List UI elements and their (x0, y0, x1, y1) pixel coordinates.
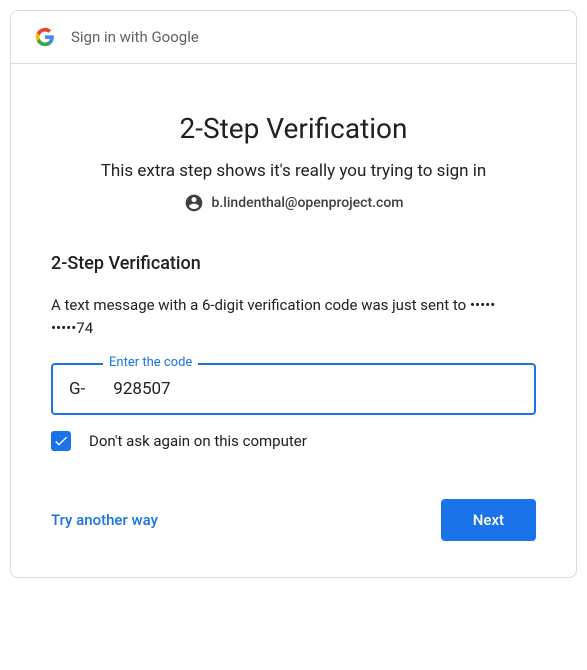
google-logo-icon (35, 27, 55, 47)
dont-ask-row: Don't ask again on this computer (51, 431, 536, 451)
card-content: 2-Step Verification This extra step show… (11, 64, 576, 577)
dont-ask-checkbox[interactable] (51, 431, 71, 451)
section-heading: 2-Step Verification (51, 253, 536, 274)
code-prefix: G- (69, 379, 85, 399)
account-chip[interactable]: b.lindenthal@openproject.com (51, 193, 536, 213)
code-field-label: Enter the code (103, 355, 198, 370)
signin-card: Sign in with Google 2-Step Verification … (10, 10, 577, 578)
header-title: Sign in with Google (71, 28, 199, 46)
page-title: 2-Step Verification (51, 112, 536, 145)
description-text: A text message with a 6-digit verificati… (51, 294, 536, 339)
checkmark-icon (53, 433, 69, 449)
code-field-container[interactable]: Enter the code G- (51, 363, 536, 415)
actions-row: Try another way Next (51, 499, 536, 541)
account-circle-icon (184, 193, 204, 213)
page-subtitle: This extra step shows it's really you tr… (51, 161, 536, 181)
try-another-way-button[interactable]: Try another way (51, 511, 158, 529)
account-email: b.lindenthal@openproject.com (212, 195, 404, 211)
next-button[interactable]: Next (441, 499, 536, 541)
dont-ask-label: Don't ask again on this computer (89, 432, 307, 450)
code-input[interactable] (113, 379, 518, 399)
card-header: Sign in with Google (11, 11, 576, 64)
